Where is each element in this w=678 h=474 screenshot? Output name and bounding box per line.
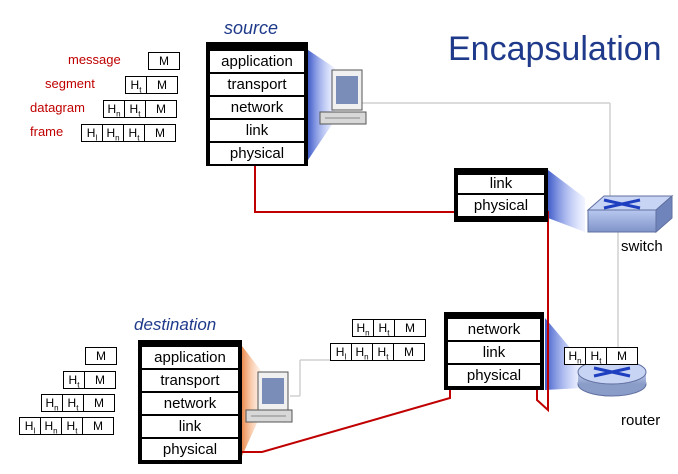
router-physical-layer: physical <box>447 364 541 387</box>
payload-box: M <box>83 394 115 412</box>
network-header-box: Hn <box>564 347 586 365</box>
link-header-box: Hl <box>81 124 103 142</box>
payload-box: M <box>606 347 638 365</box>
destination-protocol-stack: application transport network link physi… <box>138 340 242 464</box>
source-protocol-stack: application transport network link physi… <box>206 42 308 166</box>
network-header-box: Hn <box>40 417 62 435</box>
router-icon <box>577 359 647 397</box>
router-label: router <box>621 412 661 429</box>
destination-link-layer: link <box>141 415 239 438</box>
segment-label: segment <box>45 76 95 91</box>
payload-box: M <box>394 319 426 337</box>
source-transport-layer: transport <box>209 73 305 96</box>
network-header-box: Hn <box>103 100 125 118</box>
router-frame-pdu: Hl Hn Ht M <box>330 343 425 361</box>
router-internal-pdu: Hn Ht M <box>564 347 638 365</box>
transport-header-box: Ht <box>63 371 85 389</box>
network-header-box: Hn <box>102 124 124 142</box>
destination-physical-layer: physical <box>141 438 239 461</box>
transport-header-box: Ht <box>585 347 607 365</box>
source-link-layer: link <box>209 119 305 142</box>
payload-box: M <box>148 52 180 70</box>
source-network-layer: network <box>209 96 305 119</box>
dest-datagram-pdu: Hn Ht M <box>41 394 115 412</box>
router-link-layer: link <box>447 341 541 364</box>
page-title: Encapsulation <box>448 30 662 68</box>
link-header-box: Hl <box>330 343 352 361</box>
transport-header-box: Ht <box>123 124 145 142</box>
source-physical-layer: physical <box>209 142 305 165</box>
switch-icon <box>586 194 674 234</box>
router-datagram-pdu: Hn Ht M <box>352 319 426 337</box>
destination-network-layer: network <box>141 392 239 415</box>
frame-label: frame <box>30 124 64 139</box>
network-header-box: Hn <box>41 394 63 412</box>
transport-header-box: Ht <box>373 319 395 337</box>
source-application-layer: application <box>209 50 305 73</box>
segment-pdu: Ht M <box>125 76 178 94</box>
router-network-layer: network <box>447 318 541 341</box>
network-header-box: Hn <box>352 319 374 337</box>
transport-header-box: Ht <box>372 343 394 361</box>
datagram-pdu: Hn Ht M <box>103 100 177 118</box>
dest-message-pdu: M <box>85 347 117 365</box>
source-beam <box>308 50 335 160</box>
switch-link-layer: link <box>457 174 545 194</box>
dest-segment-pdu: Ht M <box>63 371 116 389</box>
switch-protocol-stack: link physical <box>454 168 548 222</box>
switch-beam <box>548 170 585 232</box>
transport-header-box: Ht <box>62 394 84 412</box>
destination-application-layer: application <box>141 346 239 369</box>
link-header-box: Hl <box>19 417 41 435</box>
network-header-box: Hn <box>351 343 373 361</box>
router-protocol-stack: network link physical <box>444 312 544 390</box>
dest-frame-pdu: Hl Hn Ht M <box>19 417 114 435</box>
payload-box: M <box>146 76 178 94</box>
payload-box: M <box>145 100 177 118</box>
message-pdu: M <box>148 52 180 70</box>
destination-label: destination <box>134 315 217 334</box>
destination-transport-layer: transport <box>141 369 239 392</box>
transport-header-box: Ht <box>125 76 147 94</box>
frame-pdu: Hl Hn Ht M <box>81 124 176 142</box>
transport-header-box: Ht <box>124 100 146 118</box>
payload-box: M <box>85 347 117 365</box>
datagram-label: datagram <box>30 100 85 115</box>
switch-physical-layer: physical <box>457 194 545 217</box>
payload-box: M <box>84 371 116 389</box>
source-label: source <box>224 18 279 38</box>
switch-label: switch <box>621 238 663 255</box>
payload-box: M <box>393 343 425 361</box>
encapsulation-diagram: Encapsulation source destination switch … <box>0 0 678 474</box>
payload-box: M <box>82 417 114 435</box>
message-label: message <box>68 52 121 67</box>
transport-header-box: Ht <box>61 417 83 435</box>
payload-box: M <box>144 124 176 142</box>
